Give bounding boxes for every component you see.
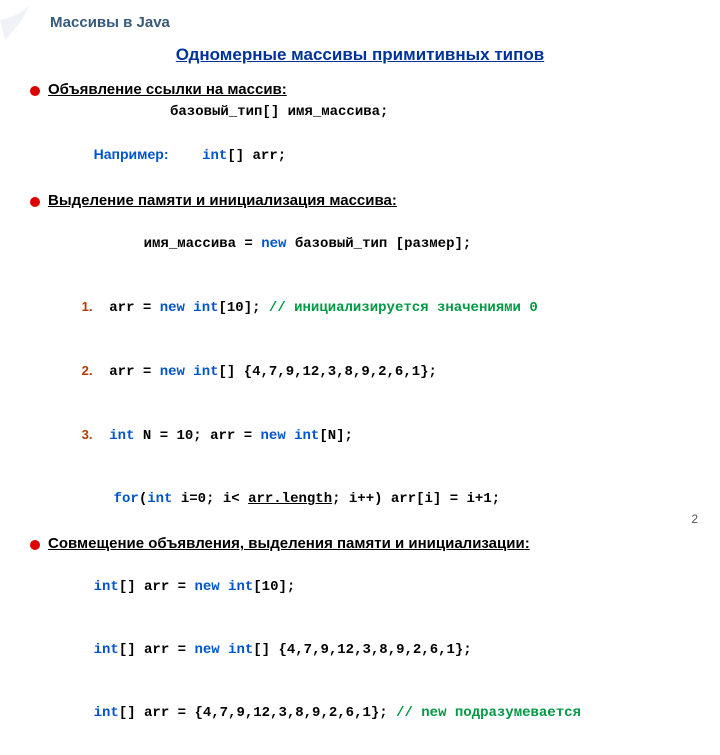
syntax-line: базовый_тип[] имя_массива; [170,102,690,123]
section-label: Объявление ссылки на массив [48,81,287,98]
list-item: 2. arr = new int[] {4,7,9,12,3,8,9,2,6,1… [48,340,690,404]
code-line: int[] arr = {4,7,9,12,3,8,9,2,6,1}; // n… [60,682,690,745]
list-item: 1. arr = new int[10]; // инициализируетс… [48,276,690,340]
code-line: int[] arr = new int[] {4,7,9,12,3,8,9,2,… [60,619,690,682]
page-number: 2 [691,512,698,526]
section-declaration: Объявление ссылки на массив [30,81,690,98]
bullet-icon [30,86,40,96]
for-line: for(int i=0; i< arr.length; i++) arr[i] … [80,468,690,531]
topic-header: Массивы в Java [50,14,690,31]
bullet-icon [30,540,40,550]
syntax-line: имя_массива = new базовый_тип [размер]; [110,213,690,276]
slide-content: Массивы в Java Одномерные массивы примит… [0,0,720,755]
bullet-icon [30,197,40,207]
section-allocation: Выделение памяти и инициализация массива [30,192,690,209]
code-line: int[] arr = new int[10]; [60,556,690,619]
example-line: Например: int[] arr; [60,123,690,188]
section-label: Совмещение объявления, выделения памяти … [48,535,530,552]
section-label: Выделение памяти и инициализация массива [48,192,397,209]
section-combined: Совмещение объявления, выделения памяти … [30,535,690,552]
list-item: 3. int N = 10; arr = new int[N]; [48,404,690,468]
slide-title: Одномерные массивы примитивных типов [30,45,690,65]
